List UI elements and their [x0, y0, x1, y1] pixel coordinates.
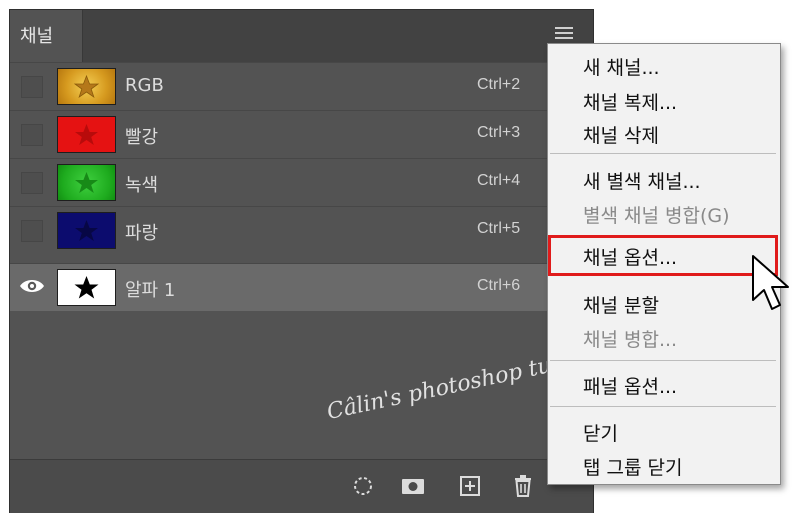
- channels-panel: 채널 RGB Ctrl+2 빨강 Ctrl+3 녹색 Ctrl+4 파랑 Ctr…: [9, 9, 612, 513]
- tab-channels-label: 채널: [20, 26, 54, 47]
- menu-item-channel-options[interactable]: 채널 옵션...: [583, 243, 677, 270]
- menu-item-delete-channel[interactable]: 채널 삭제: [583, 121, 659, 148]
- panel-menu-icon[interactable]: [555, 27, 573, 41]
- panel-tab-bar: 채널: [10, 10, 593, 62]
- mask-icon[interactable]: [400, 473, 426, 499]
- menu-item-merge-spot-channel: 별색 채널 병합(G): [583, 205, 730, 227]
- panel-flyout-menu: 새 채널... 채널 복제... 채널 삭제 새 별색 채널... 별색 채널 …: [547, 43, 781, 485]
- menu-item-new-channel[interactable]: 새 채널...: [583, 53, 660, 80]
- trash-icon[interactable]: [510, 473, 536, 499]
- mouse-pointer-icon: [752, 255, 789, 310]
- channel-thumbnail: [57, 68, 116, 105]
- menu-item-close[interactable]: 닫기: [583, 419, 618, 446]
- menu-item-duplicate-channel[interactable]: 채널 복제...: [583, 88, 677, 115]
- channel-name: 파랑: [125, 223, 159, 244]
- channel-name: 알파 1: [125, 280, 176, 301]
- channel-row-green[interactable]: 녹색 Ctrl+4: [10, 158, 593, 206]
- menu-item-merge-channels: 채널 병합...: [583, 329, 678, 351]
- channel-shortcut: Ctrl+6: [477, 277, 521, 294]
- menu-item-close-tab-group[interactable]: 탭 그룹 닫기: [583, 453, 682, 480]
- eye-icon[interactable]: [18, 275, 46, 295]
- channel-name: 녹색: [125, 175, 159, 196]
- channel-thumbnail: [57, 164, 116, 201]
- channel-name: 빨강: [125, 127, 159, 148]
- channel-shortcut: Ctrl+5: [477, 220, 521, 237]
- menu-separator: [550, 360, 776, 361]
- menu-item-new-spot-channel[interactable]: 새 별색 채널...: [583, 167, 701, 194]
- menu-separator: [550, 153, 776, 154]
- menu-separator: [550, 406, 776, 407]
- new-channel-icon[interactable]: [457, 473, 483, 499]
- visibility-toggle[interactable]: [21, 124, 43, 146]
- channel-row-rgb[interactable]: RGB Ctrl+2: [10, 62, 593, 110]
- selection-icon[interactable]: [350, 473, 376, 499]
- channel-shortcut: Ctrl+2: [477, 76, 521, 93]
- channel-thumbnail: [57, 269, 116, 306]
- menu-item-panel-options[interactable]: 패널 옵션...: [583, 372, 677, 399]
- channel-name: RGB: [125, 75, 164, 96]
- tab-channels[interactable]: 채널: [10, 10, 83, 62]
- channel-row-blue[interactable]: 파랑 Ctrl+5: [10, 206, 593, 254]
- channel-thumbnail: [57, 116, 116, 153]
- visibility-toggle[interactable]: [21, 76, 43, 98]
- channel-shortcut: Ctrl+3: [477, 124, 521, 141]
- visibility-toggle[interactable]: [21, 172, 43, 194]
- channel-thumbnail: [57, 212, 116, 249]
- channel-row-red[interactable]: 빨강 Ctrl+3: [10, 110, 593, 158]
- channel-row-alpha-1[interactable]: 알파 1 Ctrl+6: [10, 263, 593, 311]
- channel-shortcut: Ctrl+4: [477, 172, 521, 189]
- menu-item-split-channels[interactable]: 채널 분할: [583, 291, 659, 318]
- visibility-toggle[interactable]: [21, 220, 43, 242]
- panel-bottom-bar: [10, 459, 593, 513]
